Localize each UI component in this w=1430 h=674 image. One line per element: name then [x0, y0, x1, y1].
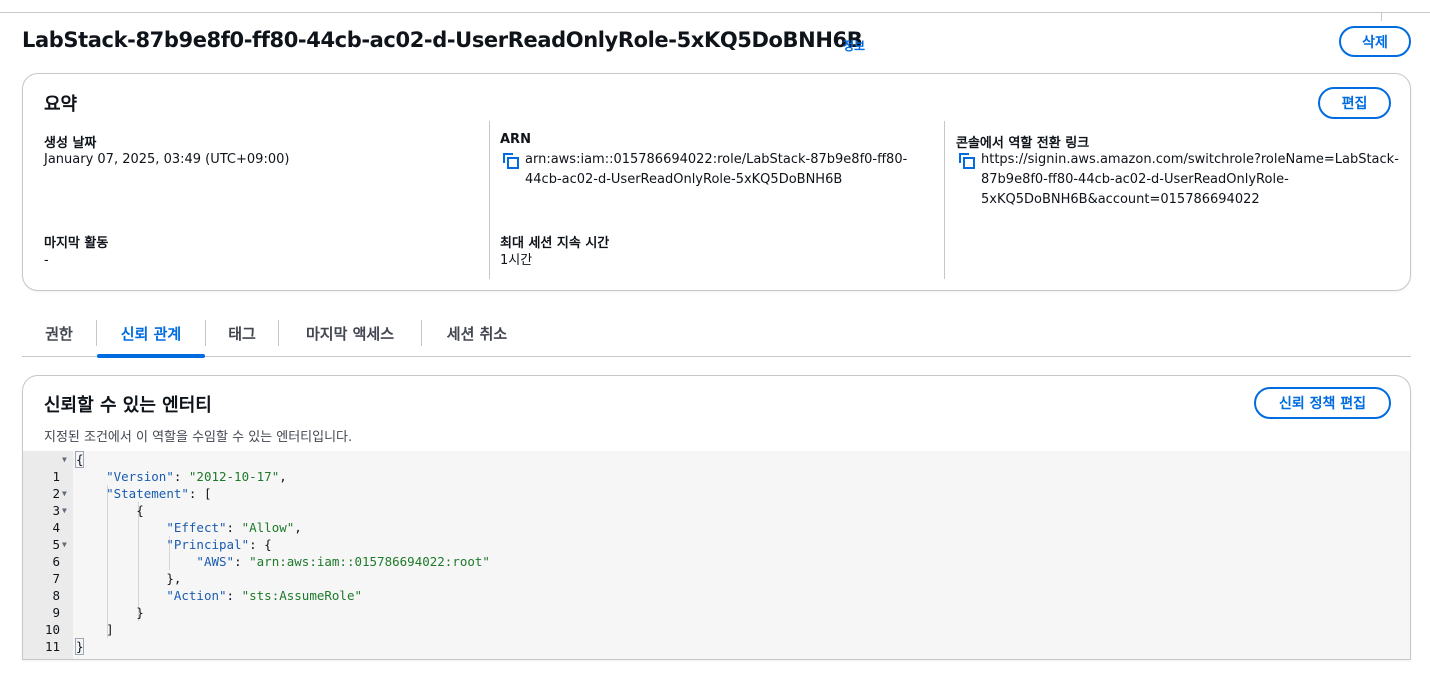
arn-value: arn:aws:iam::015786694022:role/LabStack-…	[525, 150, 925, 190]
tab-last-accessed[interactable]: 마지막 액세스	[279, 318, 421, 356]
arn-value-line: 44cb-ac02-d-UserReadOnlyRole-5xKQ5DoBNH6…	[525, 172, 843, 187]
code-line: 12 }	[23, 638, 1410, 659]
json-string: "arn:aws:iam::015786694022:root"	[249, 554, 490, 569]
json-key: "Action"	[166, 588, 227, 603]
json-punctuation: [	[203, 486, 212, 501]
summary-heading: 요약	[44, 94, 78, 115]
code-line: 2 "Version": "2012-10-17",	[23, 468, 1410, 501]
code-line: 7 "AWS": "arn:aws:iam::015786694022:root…	[23, 553, 1410, 586]
copy-icon[interactable]	[503, 153, 519, 169]
last-activity-label: 마지막 활동	[44, 236, 109, 251]
json-key: "Statement"	[106, 486, 189, 501]
summary-card: 요약 편집 생성 날짜 January 07, 2025, 03:49 (UTC…	[22, 73, 1411, 291]
code-line: 6 ▼ "Principal": {	[23, 536, 1410, 569]
switch-role-link-line: 87b9e8f0-ff80-44cb-ac02-d-UserReadOnlyRo…	[981, 172, 1289, 187]
tab-label: 세션 취소	[446, 325, 508, 343]
json-key: "AWS"	[196, 554, 235, 569]
switch-role-link-line: 5xKQ5DoBNH6B&account=015786694022	[981, 192, 1260, 207]
trusted-entities-heading: 신뢰할 수 있는 엔터티	[44, 395, 212, 416]
tab-permissions[interactable]: 권한	[22, 318, 96, 356]
edit-trust-policy-button[interactable]: 신뢰 정책 편집	[1254, 387, 1391, 419]
code-line: 9 "Action": "sts:AssumeRole"	[23, 587, 1410, 620]
code-line: 11 ]	[23, 621, 1410, 654]
switch-role-link-value: https://signin.aws.amazon.com/switchrole…	[981, 150, 1406, 210]
json-string: "sts:AssumeRole"	[241, 588, 363, 603]
arn-value-line: arn:aws:iam::015786694022:role/LabStack-…	[525, 152, 908, 167]
fold-arrow-icon[interactable]: ▼	[62, 502, 67, 519]
tab-label: 마지막 액세스	[305, 325, 395, 343]
max-session-value: 1시간	[500, 253, 533, 268]
created-date-value: January 07, 2025, 03:49 (UTC+09:00)	[44, 152, 290, 167]
tab-label: 태그	[228, 325, 256, 343]
json-punctuation: ]	[106, 622, 114, 637]
page-corner	[1411, 655, 1430, 674]
line-number: 12	[23, 655, 60, 659]
json-punctuation: {	[76, 452, 84, 467]
page-title: LabStack-87b9e8f0-ff80-44cb-ac02-d-UserR…	[22, 28, 863, 52]
column-divider	[944, 121, 945, 279]
last-activity-value: -	[44, 253, 49, 268]
code-line: 3 ▼ "Statement": [	[23, 485, 1410, 518]
info-link[interactable]: 정보	[843, 37, 865, 54]
column-divider	[489, 121, 490, 279]
code-line: 1 ▼ {	[23, 451, 1410, 484]
json-key: "Effect"	[166, 520, 227, 535]
max-session-label: 최대 세션 지속 시간	[500, 236, 610, 251]
edit-button[interactable]: 편집	[1318, 87, 1391, 119]
delete-button[interactable]: 삭제	[1339, 26, 1411, 57]
tab-trust-relationships[interactable]: 신뢰 관계	[97, 318, 205, 358]
active-tab-indicator	[97, 354, 205, 358]
trusted-entities-description: 지정된 조건에서 이 역할을 수임할 수 있는 엔터티입니다.	[44, 430, 353, 445]
switch-role-link-line: https://signin.aws.amazon.com/switchrole…	[981, 152, 1399, 167]
json-key: "Principal"	[166, 537, 250, 552]
code-line: 8 },	[23, 570, 1410, 603]
code-line: 10 }	[23, 604, 1410, 637]
json-punctuation: }	[76, 639, 84, 654]
tab-label: 권한	[45, 325, 73, 343]
json-punctuation: }	[136, 605, 144, 620]
fold-arrow-icon[interactable]: ▼	[62, 536, 67, 553]
fold-arrow-icon[interactable]: ▼	[62, 485, 67, 502]
top-divider	[0, 12, 1430, 13]
json-string: "2012-10-17"	[188, 469, 280, 484]
created-date-label: 생성 날짜	[44, 136, 97, 151]
code-line: 4 ▼ {	[23, 502, 1410, 535]
trusted-entities-card: 신뢰할 수 있는 엔터티 지정된 조건에서 이 역할을 수임할 수 있는 엔터티…	[22, 375, 1411, 660]
arn-label: ARN	[500, 132, 531, 147]
tab-revoke-sessions[interactable]: 세션 취소	[422, 318, 532, 356]
top-divider-tick	[1381, 13, 1382, 21]
json-punctuation: },	[166, 571, 182, 586]
json-punctuation: {	[136, 503, 144, 518]
code-line: 5 "Effect": "Allow",	[23, 519, 1410, 552]
fold-arrow-icon[interactable]: ▼	[62, 451, 67, 468]
json-string: "Allow"	[241, 520, 295, 535]
json-key: "Version"	[106, 469, 174, 484]
copy-icon[interactable]	[959, 153, 975, 169]
json-punctuation: {	[264, 537, 272, 552]
tab-tags[interactable]: 태그	[206, 318, 278, 356]
tab-bar: 권한 신뢰 관계 태그 마지막 액세스 세션 취소	[22, 318, 1411, 358]
switch-role-link-label: 콘솔에서 역할 전환 링크	[956, 136, 1090, 151]
tab-label: 신뢰 관계	[120, 325, 182, 343]
trust-policy-editor[interactable]: 1 ▼ { 2 "Version": "2012-10-17", 3 ▼ "Stat…	[23, 451, 1410, 659]
